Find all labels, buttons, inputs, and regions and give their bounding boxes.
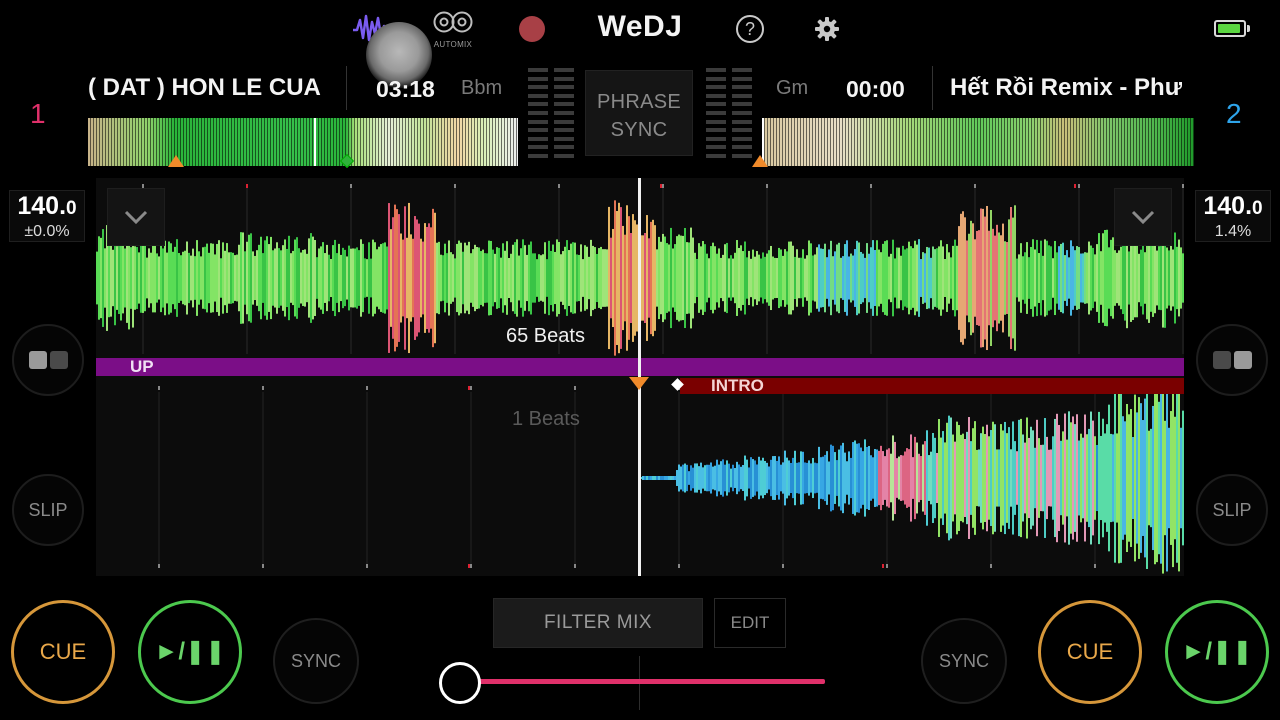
chevron-down-icon xyxy=(124,210,148,225)
deck-a-track-title[interactable]: ( DAT ) HON LE CUA xyxy=(88,74,330,102)
deck-a-key: Bbm xyxy=(461,77,503,99)
phrase-sync-button[interactable]: PHRASE SYNC xyxy=(585,70,693,156)
chevron-down-icon xyxy=(1131,210,1155,225)
phrase-sync-label-line2: SYNC xyxy=(610,119,668,141)
deck-b-level-meter-left xyxy=(706,68,726,158)
deck-b-phrase-label: INTRO xyxy=(711,376,764,395)
edit-button[interactable]: EDIT xyxy=(714,598,786,648)
battery-icon xyxy=(1214,20,1246,37)
playhead-cue-marker xyxy=(629,377,649,390)
deck-a-bpm-main: 140. xyxy=(17,192,67,220)
deck-a-bpm-display[interactable]: 140.0 ±0.0% xyxy=(9,190,85,242)
deck-a-level-meter-right xyxy=(554,68,574,158)
crossfader-handle[interactable] xyxy=(439,662,481,704)
pad-icon xyxy=(1212,351,1252,369)
overview-texture xyxy=(88,118,518,166)
crossfader-track[interactable] xyxy=(470,679,825,684)
deck-b-sync-button[interactable]: SYNC xyxy=(921,618,1007,704)
deck-b-level-meter-right xyxy=(732,68,752,158)
automix-label: AUTOMIX xyxy=(433,40,473,49)
deck-b-pitch: 1.4% xyxy=(1214,223,1252,240)
deck-a-cue-marker xyxy=(168,155,184,167)
divider xyxy=(346,66,347,110)
battery-level xyxy=(1218,24,1240,33)
overview-texture xyxy=(762,118,1194,166)
deck-a-zoom-button[interactable] xyxy=(107,188,165,246)
deck-b-track-title[interactable]: Hết Rồi Remix - Phư xyxy=(950,74,1182,102)
battery-tip xyxy=(1247,25,1250,32)
deck-b-overview-waveform[interactable] xyxy=(762,118,1194,166)
deck-a-bpm-decimal: 0 xyxy=(66,198,77,219)
deck-a-overview-playhead xyxy=(314,118,316,166)
deck-a-slip-button[interactable]: SLIP xyxy=(12,474,84,546)
deck-b-bpm-display[interactable]: 140.0 1.4% xyxy=(1195,190,1271,242)
deck-b-beats-countdown: 1 Beats xyxy=(512,408,580,430)
deck-b-bpm-main: 140. xyxy=(1203,192,1253,220)
deck-a-pads-button[interactable] xyxy=(12,324,84,396)
filter-mix-button[interactable]: FILTER MIX xyxy=(493,598,703,648)
pad-icon xyxy=(28,351,68,369)
gear-icon[interactable] xyxy=(812,14,842,44)
deck-a-sync-button[interactable]: SYNC xyxy=(273,618,359,704)
deck-a-cue-button[interactable]: CUE xyxy=(11,600,115,704)
deck-a-number: 1 xyxy=(30,98,46,129)
deck-b-play-pause-button[interactable]: ►/❚❚ xyxy=(1165,600,1269,704)
deck-b-slip-label: SLIP xyxy=(1212,500,1252,520)
deck-b-cue-marker xyxy=(752,155,768,167)
deck-b-slip-button[interactable]: SLIP xyxy=(1196,474,1268,546)
deck-a-phrase-label: UP xyxy=(130,357,154,376)
automix-button[interactable]: AUTOMIX xyxy=(428,10,478,52)
deck-a-overview-waveform[interactable] xyxy=(88,118,518,166)
deck-a-pitch: ±0.0% xyxy=(24,223,70,240)
deck-b-zoom-button[interactable] xyxy=(1114,188,1172,246)
deck-a-slip-label: SLIP xyxy=(28,500,68,520)
app-title: WeDJ xyxy=(597,10,683,43)
deck-a-time: 03:18 xyxy=(376,76,435,102)
deck-a-play-pause-button[interactable]: ►/❚❚ xyxy=(138,600,242,704)
help-icon[interactable]: ? xyxy=(736,15,764,43)
deck-b-bpm-decimal: 0 xyxy=(1252,198,1263,219)
deck-b-key: Gm xyxy=(776,77,809,99)
deck-b-number: 2 xyxy=(1226,98,1242,129)
deck-b-pads-button[interactable] xyxy=(1196,324,1268,396)
deck-a-beats-countdown: 65 Beats xyxy=(506,325,585,347)
automix-icon xyxy=(433,11,473,33)
divider xyxy=(932,66,933,110)
deck-b-cue-button[interactable]: CUE xyxy=(1038,600,1142,704)
record-icon[interactable] xyxy=(519,16,545,42)
phrase-sync-label-line1: PHRASE xyxy=(596,91,682,113)
deck-a-level-meter-left xyxy=(528,68,548,158)
deck-b-time: 00:00 xyxy=(846,76,905,102)
